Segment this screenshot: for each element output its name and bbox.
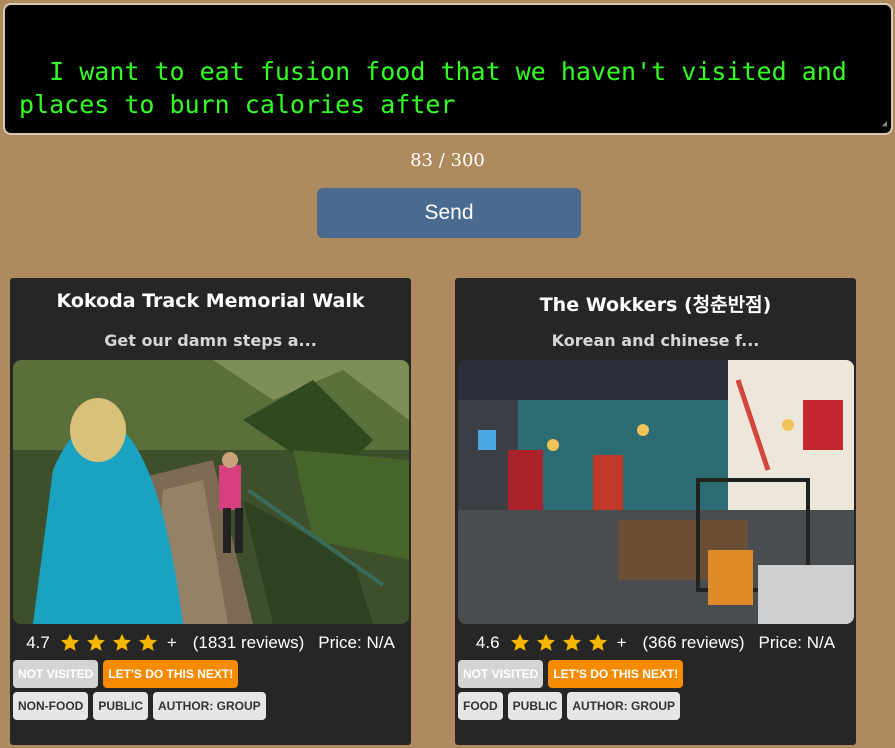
place-card-kokoda[interactable]: Kokoda Track Memorial Walk Get our damn … — [10, 278, 411, 745]
info-tags: NON-FOOD PUBLIC AUTHOR: GROUP — [13, 692, 266, 720]
rating-row: 4.7 + (1831 reviews) Price: N/A — [10, 632, 411, 654]
review-count: (1831 reviews) — [192, 633, 305, 652]
card-photo-trail — [13, 360, 409, 624]
star-rating — [59, 632, 163, 654]
star-icon — [587, 632, 609, 654]
status-tags: NOT VISITED LET'S DO THIS NEXT! — [13, 660, 239, 688]
rating-value: 4.7 — [26, 633, 50, 652]
info-tags: FOOD PUBLIC AUTHOR: GROUP — [458, 692, 681, 720]
author-tag: AUTHOR: GROUP — [567, 692, 681, 720]
star-icon — [561, 632, 583, 654]
status-tags: NOT VISITED LET'S DO THIS NEXT! — [458, 660, 684, 688]
do-next-badge[interactable]: LET'S DO THIS NEXT! — [103, 660, 239, 688]
rating-value: 4.6 — [475, 633, 500, 652]
do-next-badge[interactable]: LET'S DO THIS NEXT! — [548, 660, 684, 688]
star-rating — [509, 632, 613, 654]
prompt-textarea[interactable]: I want to eat fusion food that we haven'… — [3, 3, 893, 135]
category-tag: FOOD — [458, 692, 503, 720]
not-visited-badge[interactable]: NOT VISITED — [13, 660, 99, 688]
character-counter: 83 / 300 — [410, 150, 485, 171]
rating-plus: + — [616, 633, 627, 652]
star-icon — [535, 632, 557, 654]
price: Price: N/A — [318, 633, 395, 652]
visibility-tag: PUBLIC — [507, 692, 563, 720]
rating-plus: + — [166, 633, 177, 652]
card-photo-restaurant — [458, 360, 854, 624]
card-description: Get our damn steps a... — [104, 331, 317, 350]
star-icon — [111, 632, 133, 654]
author-tag: AUTHOR: GROUP — [153, 692, 266, 720]
star-icon — [137, 632, 159, 654]
resize-grip-icon[interactable]: ◢ — [877, 119, 887, 129]
card-title: Kokoda Track Memorial Walk — [56, 290, 365, 312]
price: Price: N/A — [758, 633, 836, 652]
prompt-text: I want to eat fusion food that we haven'… — [19, 57, 862, 119]
star-icon — [509, 632, 531, 654]
visibility-tag: PUBLIC — [93, 692, 148, 720]
send-button[interactable]: Send — [317, 188, 581, 238]
category-tag: NON-FOOD — [13, 692, 89, 720]
star-icon — [85, 632, 107, 654]
not-visited-badge[interactable]: NOT VISITED — [458, 660, 544, 688]
rating-row: 4.6 + (366 reviews) Price: N/A — [455, 632, 856, 654]
card-title: The Wokkers (청춘반점) — [539, 294, 772, 316]
star-icon — [59, 632, 81, 654]
place-card-wokkers[interactable]: The Wokkers (청춘반점) Korean and chinese f.… — [455, 278, 856, 745]
review-count: (366 reviews) — [642, 633, 745, 652]
card-description: Korean and chinese f... — [551, 331, 760, 350]
